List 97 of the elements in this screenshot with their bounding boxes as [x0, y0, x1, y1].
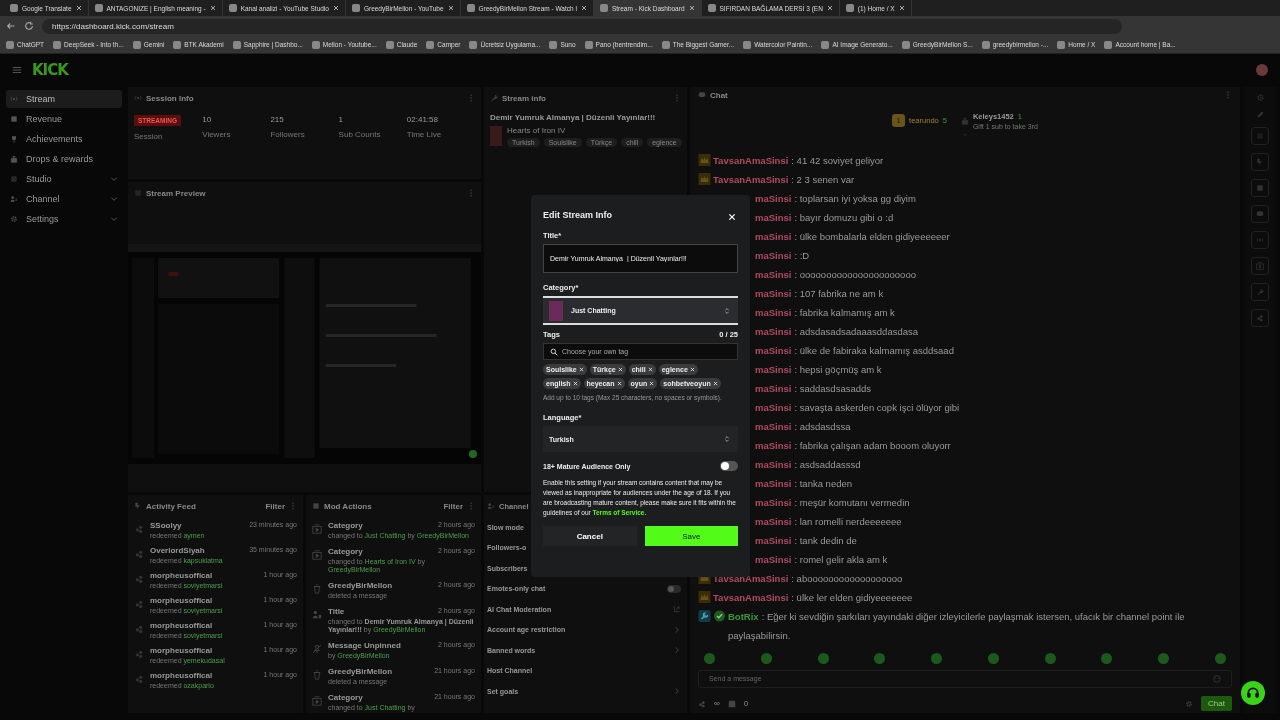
chat-username: maSinsi [755, 534, 792, 546]
chat-message: : saddasdsasadds [794, 382, 872, 394]
panel-title: Stream Preview [146, 188, 206, 198]
category-name: Hearts of Iron IV [507, 126, 567, 135]
chat-message: BotRix : Eğer ki sevdiğin şarkıları yayındaki diğer izleyicilerle paylaşmak istersen, ufacık bir channel point ile paylaşabilirsin. [728, 609, 1186, 643]
chat-message: : adsdasadsadaaasddasdasa [794, 325, 919, 337]
chat-username: maSinsi [755, 230, 792, 242]
username: morpheusoffical [150, 621, 213, 630]
chat-message: : ülke bombalarla elden gidiyeeeeeer [794, 230, 950, 242]
stat-label: Sub Counts [338, 130, 382, 139]
chat-username: maSinsi [755, 439, 792, 451]
chat-username: maSinsi [755, 401, 792, 413]
chat-username: maSinsi [755, 363, 792, 375]
sidebar-item[interactable]: Studio [6, 170, 122, 188]
chat-username: maSinsi [755, 458, 792, 470]
chat-message: : 107 fabrika ne am k [794, 287, 884, 299]
chat-username: maSinsi [755, 287, 792, 299]
chat-username: TavsanAmaSinsi [713, 591, 789, 603]
stat-label: Time Live [406, 130, 443, 139]
chat-message: : meşür komutanı vermedin [794, 496, 910, 508]
stat-label: Followers [270, 130, 306, 139]
save-button[interactable]: Save [644, 526, 738, 546]
chat-username: maSinsi [755, 382, 792, 394]
panel-title: Stream info [502, 93, 546, 103]
stat-value: 10 [202, 115, 213, 124]
chat-message: : bayır domuzu gibi o :d [794, 211, 894, 223]
chat-username: TavsanAmaSinsi [713, 572, 789, 584]
chat-username: maSinsi [755, 268, 792, 280]
chat-username: maSinsi [755, 192, 792, 204]
store-count: 0 [743, 699, 749, 708]
chat-username: TavsanAmaSinsi [713, 173, 789, 185]
chat-username: maSinsi [755, 477, 792, 489]
panel-title: Activity Feed [146, 501, 196, 511]
stat-label: Session [134, 132, 164, 141]
username: OverlordSiyah [150, 546, 205, 555]
chat-message: : toplarsan iyi yoksa gg diyim [794, 192, 916, 204]
chat-username: maSinsi [755, 325, 792, 337]
cancel-button[interactable]: Cancel [543, 526, 637, 546]
chat-message: : 2 3 senen var [791, 173, 855, 185]
chat-message: : romel gelir akla am k [794, 553, 888, 565]
chat-message: : :D [794, 249, 810, 261]
stat-label: Viewers [202, 130, 232, 139]
chat-message: : tanka neden [794, 477, 852, 489]
sidebar-item[interactable]: Revenue [6, 110, 122, 128]
username: morpheusoffical [150, 646, 213, 655]
action-title: Message Unpinned [328, 641, 401, 650]
chat-username: maSinsi [755, 553, 792, 565]
action-title: Category [328, 693, 363, 702]
dialog-title: Edit Stream Info [543, 210, 612, 220]
chat-username: maSinsi [755, 496, 792, 508]
panel-title: Mod Actions [324, 501, 372, 511]
address-bar[interactable]: https://dashboard.kick.com/stream [42, 18, 1122, 34]
chat-message: : asdsaddasssd [794, 458, 861, 470]
chat-message: : adsdasdssa [794, 420, 851, 432]
username: morpheusoffical [150, 596, 213, 605]
action-title: Category [328, 547, 363, 556]
chat-username: maSinsi [755, 249, 792, 261]
action-title: Category [328, 521, 363, 530]
chat-message: : tank dedin de [794, 534, 857, 546]
filter-button[interactable]: Filter [265, 501, 285, 511]
chat-message: : hepsi göçmüş am k [794, 363, 882, 375]
logo[interactable]: KICK [32, 61, 68, 79]
sidebar-item[interactable]: Drops & rewards [6, 150, 122, 168]
chat-message: : oooooooooooooooooooooo [794, 268, 916, 280]
stream-title: Demir Yumruk Almanya | Düzenli Yayınlar!!! [490, 113, 657, 122]
action-title: GreedyBirMellon [328, 581, 392, 590]
action-title: GreedyBirMellon [328, 667, 392, 676]
chat-username: maSinsi [755, 420, 792, 432]
stat-value: 215 [270, 115, 285, 124]
chat-message: : fabrika kalmamış am k [794, 306, 895, 318]
chat-message: : savaşta askerden copk işci ölüyor gibi [794, 401, 960, 413]
chat-message: : lan romelli nerdeeeeeee [794, 515, 902, 527]
chat-message: : ülke de fabiraka kalmamış asddsaad [794, 344, 954, 356]
action-title: Title [328, 607, 345, 616]
sidebar-item[interactable]: Stream [6, 90, 122, 108]
stat-value: 02:41:58 [406, 115, 439, 124]
sidebar-item[interactable]: Channel [6, 190, 122, 208]
panel-title: Session Info [146, 93, 194, 103]
chat-username: TavsanAmaSinsi [713, 154, 789, 166]
sidebar-item[interactable]: Achievements [6, 130, 122, 148]
chat-username: maSinsi [755, 515, 792, 527]
chat-username: maSinsi [755, 306, 792, 318]
username: morpheusoffical [150, 671, 213, 680]
chat-message: : 41 42 soviyet geliyor [791, 154, 884, 166]
chat-username: maSinsi [755, 344, 792, 356]
username: morpheusoffical [150, 571, 213, 580]
stat-value: 1 [338, 115, 345, 124]
points-value: ∞ [714, 699, 720, 708]
panel-title: Chat [710, 90, 728, 100]
chat-message: : fabrika çalışan adam booom oluyorr [794, 439, 951, 451]
chat-message: : aboooooooooooooooooo [791, 572, 903, 584]
sidebar-item[interactable]: Settings [6, 210, 122, 228]
filter-button[interactable]: Filter [443, 501, 463, 511]
chat-button[interactable]: Chat [1201, 696, 1232, 711]
username: SSoolyy [150, 521, 182, 530]
chat-username: maSinsi [755, 211, 792, 223]
chat-message: : ülke ler elden gidiyeeeeeee [791, 591, 913, 603]
